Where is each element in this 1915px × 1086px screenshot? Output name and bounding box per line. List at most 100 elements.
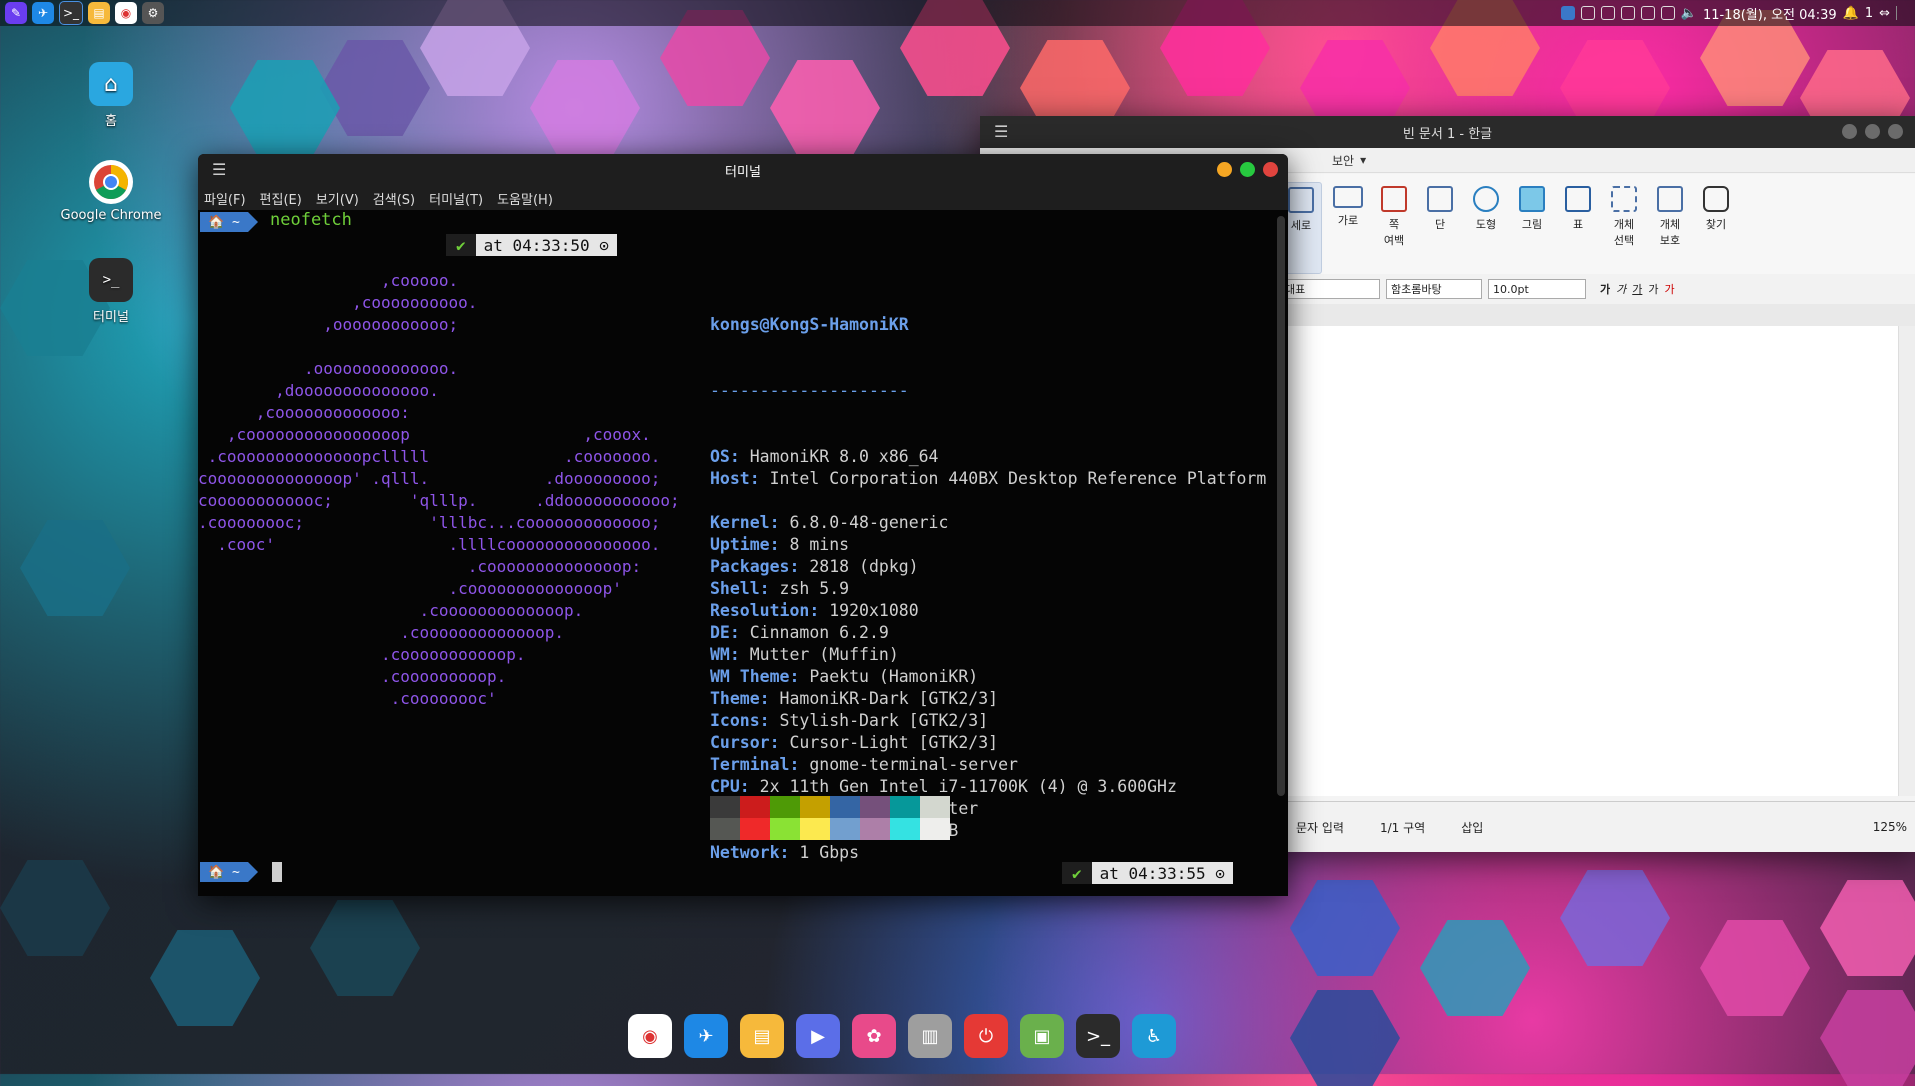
info-line: Kernel: 6.8.0-48-generic bbox=[710, 512, 1266, 534]
strike-button[interactable]: 가 bbox=[1648, 281, 1658, 297]
ribbon-landscape[interactable]: 가로 bbox=[1328, 182, 1368, 228]
notification-icon[interactable]: 🔔 bbox=[1843, 6, 1859, 21]
chrome-icon[interactable]: ◉ bbox=[628, 1014, 672, 1058]
menu-security[interactable]: 보안 bbox=[1332, 152, 1354, 169]
maximize-button[interactable] bbox=[1865, 124, 1880, 139]
chevron-down-icon[interactable]: ▾ bbox=[1360, 153, 1366, 167]
info-value: 8 mins bbox=[789, 535, 850, 554]
terminal-titlebar[interactable]: ☰ 터미널 bbox=[198, 154, 1288, 186]
font-color-button[interactable]: 가 bbox=[1665, 281, 1675, 297]
color-swatch bbox=[920, 818, 950, 840]
info-key: WM: bbox=[710, 645, 750, 664]
terminal-icon[interactable]: >_ bbox=[59, 1, 83, 25]
ribbon-columns[interactable]: 단 bbox=[1420, 182, 1460, 232]
trash-icon[interactable]: ▥ bbox=[908, 1014, 952, 1058]
desktop-icon-chrome[interactable]: Google Chrome bbox=[56, 160, 166, 223]
style-value: 대표 bbox=[1285, 283, 1306, 296]
color-swatch bbox=[800, 796, 830, 818]
color-swatches bbox=[710, 796, 950, 840]
info-line: Theme: HamoniKR-Dark [GTK2/3] bbox=[710, 688, 1266, 710]
style-select[interactable]: 대표 bbox=[1280, 279, 1380, 299]
info-line: OS: HamoniKR 8.0 x86_64 bbox=[710, 446, 1266, 468]
chrome-icon[interactable]: ◉ bbox=[115, 2, 137, 24]
minimize-button[interactable] bbox=[1842, 124, 1857, 139]
size-input[interactable]: 10.0pt bbox=[1488, 279, 1586, 299]
shield-icon[interactable] bbox=[1600, 6, 1615, 20]
menu-edit[interactable]: 편집(E) bbox=[260, 189, 302, 208]
chrome-icon bbox=[89, 160, 133, 204]
ribbon-label: 단 bbox=[1434, 218, 1446, 231]
info-value: zsh 5.9 bbox=[779, 579, 850, 598]
power-icon[interactable]: ⏻ bbox=[964, 1014, 1008, 1058]
ribbon-label: 찾기 bbox=[1705, 218, 1727, 231]
ribbon-shapes[interactable]: 도형 bbox=[1466, 182, 1506, 232]
ruler[interactable] bbox=[1280, 304, 1915, 327]
terminal-output[interactable]: 🏠 ~ neofetch ✔ at 04:33:50 ⊙ ,cooooo. ,c… bbox=[198, 210, 1272, 896]
software-center-icon[interactable]: ▣ bbox=[1020, 1014, 1064, 1058]
minimize-button[interactable] bbox=[1217, 162, 1232, 177]
status-insert[interactable]: 삽입 bbox=[1461, 819, 1483, 836]
menu-icon[interactable]: ☰ bbox=[212, 160, 226, 179]
ribbon-picture[interactable]: 그림 bbox=[1512, 182, 1552, 232]
info-key: Icons: bbox=[710, 711, 780, 730]
bold-button[interactable]: 가 bbox=[1600, 281, 1610, 297]
underline-button[interactable]: 가 bbox=[1632, 281, 1642, 297]
check-icon: ✔ bbox=[446, 234, 476, 256]
zoom-level[interactable]: 125% bbox=[1873, 820, 1907, 834]
expand-icon[interactable]: ⇔ bbox=[1879, 6, 1890, 21]
menu-icon[interactable]: ☰ bbox=[994, 122, 1008, 141]
landscape-icon bbox=[1333, 186, 1363, 208]
italic-button[interactable]: 가 bbox=[1616, 281, 1626, 297]
input-method-icon[interactable] bbox=[1560, 6, 1575, 20]
font-select[interactable]: 함초롬바탕 bbox=[1386, 279, 1482, 299]
info-key: OS: bbox=[710, 447, 750, 466]
ribbon-select-object[interactable]: 개체 선택 bbox=[1604, 182, 1644, 248]
settings-icon[interactable]: ⚙ bbox=[142, 2, 164, 24]
menu-file[interactable]: 파일(F) bbox=[204, 189, 246, 208]
info-value: Cursor-Light [GTK2/3] bbox=[789, 733, 999, 752]
lock-icon bbox=[1657, 186, 1683, 212]
clipboard-icon[interactable] bbox=[1580, 6, 1595, 20]
menu-terminal[interactable]: 터미널(T) bbox=[429, 189, 483, 208]
menu-help[interactable]: 도움말(H) bbox=[497, 189, 553, 208]
ribbon-table[interactable]: 표 bbox=[1558, 182, 1598, 232]
volume-icon[interactable]: 🔈 bbox=[1681, 6, 1697, 21]
info-key: CPU: bbox=[710, 777, 760, 796]
maximize-button[interactable] bbox=[1240, 162, 1255, 177]
folder-icon[interactable]: ▤ bbox=[740, 1014, 784, 1058]
bird-icon[interactable]: ✈ bbox=[32, 2, 54, 24]
folder-tray-icon[interactable] bbox=[1660, 6, 1675, 20]
terminal-icon[interactable]: >_ bbox=[1076, 1014, 1120, 1058]
menu-view[interactable]: 보기(V) bbox=[316, 189, 359, 208]
pen-icon[interactable]: ✎ bbox=[5, 2, 27, 24]
pinwheel-icon[interactable]: ✿ bbox=[852, 1014, 896, 1058]
accessibility-icon[interactable]: ♿ bbox=[1132, 1014, 1176, 1058]
close-button[interactable] bbox=[1888, 124, 1903, 139]
vertical-scrollbar[interactable] bbox=[1898, 326, 1915, 796]
ribbon-find[interactable]: 찾기 bbox=[1696, 182, 1736, 232]
folder-icon[interactable]: ▤ bbox=[88, 2, 110, 24]
info-value: 6.8.0-48-generic bbox=[789, 513, 949, 532]
document-page[interactable] bbox=[1280, 326, 1899, 796]
hangul-titlebar[interactable]: ☰ 빈 문서 1 - 한글 bbox=[980, 116, 1915, 148]
color-swatch bbox=[710, 818, 740, 840]
ribbon-protect-object[interactable]: 개체 보호 bbox=[1650, 182, 1690, 248]
close-button[interactable] bbox=[1263, 162, 1278, 177]
status-input-mode: 문자 입력 bbox=[1296, 820, 1344, 835]
ribbon-label: 개체 보호 bbox=[1659, 218, 1681, 247]
terminal-scrollbar[interactable] bbox=[1277, 216, 1285, 796]
desktop-icon-home[interactable]: ⌂ 홈 bbox=[56, 62, 166, 129]
screenshot-icon[interactable] bbox=[1640, 6, 1655, 20]
info-key: Cursor: bbox=[710, 733, 790, 752]
clock[interactable]: 11-18(월), 오전 04:39 bbox=[1703, 4, 1837, 23]
show-desktop-icon[interactable] bbox=[1896, 6, 1907, 20]
ribbon-margins[interactable]: 쪽 여백 bbox=[1374, 182, 1414, 248]
bird-icon[interactable]: ✈ bbox=[684, 1014, 728, 1058]
network-icon[interactable] bbox=[1620, 6, 1635, 20]
info-value: Paektu (HamoniKR) bbox=[809, 667, 979, 686]
time-segment-2: ✔ at 04:33:55 ⊙ bbox=[1062, 862, 1233, 884]
media-player-icon[interactable]: ▶ bbox=[796, 1014, 840, 1058]
menu-search[interactable]: 검색(S) bbox=[373, 189, 415, 208]
desktop-icon-terminal[interactable]: >_ 터미널 bbox=[56, 258, 166, 325]
info-key: Network: bbox=[710, 843, 800, 862]
